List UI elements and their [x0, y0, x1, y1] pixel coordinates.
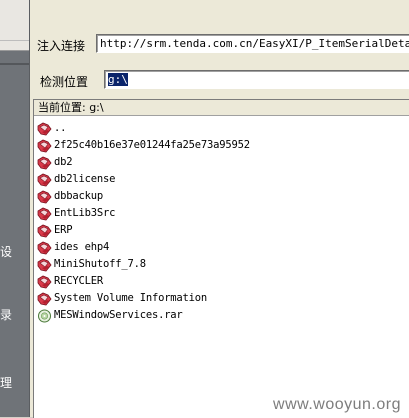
- current-location-header: 当前位置: g:\: [34, 100, 409, 116]
- folder-icon: [37, 274, 52, 288]
- list-item-label: ERP: [54, 223, 73, 236]
- sidebar-item-2[interactable]: 录: [0, 308, 14, 322]
- left-sidebar: 设 录 理: [0, 0, 30, 417]
- sidebar-separator: [0, 63, 29, 65]
- list-item[interactable]: dbbackup: [34, 187, 409, 204]
- folder-icon: [37, 121, 52, 135]
- folder-icon: [37, 138, 52, 152]
- list-item-label: RECYCLER: [54, 274, 103, 287]
- path-input[interactable]: g:\: [104, 70, 409, 89]
- folder-icon: [37, 257, 52, 271]
- list-item[interactable]: MESWindowServices.rar: [34, 306, 409, 323]
- list-item-label: MESWindowServices.rar: [54, 308, 183, 321]
- list-item-label: 2f25c40b16e37e01244fa25e73a95952: [54, 138, 250, 151]
- folder-icon: [37, 206, 52, 220]
- list-item[interactable]: ERP: [34, 221, 409, 238]
- folder-icon: [37, 291, 52, 305]
- url-input-value: http://srm.tenda.com.cn/EasyXI/P_ItemSer…: [100, 37, 409, 50]
- list-item-label: ides ehp4: [54, 240, 110, 253]
- path-row: 检测位置 g:\: [30, 67, 409, 93]
- list-item[interactable]: ..: [34, 119, 409, 136]
- list-item-label: db2: [54, 155, 73, 168]
- sidebar-item-3[interactable]: 理: [0, 376, 14, 390]
- list-item[interactable]: System Volume Information: [34, 289, 409, 306]
- folder-icon: [37, 223, 52, 237]
- list-item[interactable]: RECYCLER: [34, 272, 409, 289]
- url-row: 注入连接 http://srm.tenda.com.cn/EasyXI/P_It…: [30, 31, 409, 57]
- folder-icon: [37, 155, 52, 169]
- list-item-label: MiniShutoff_7.8: [54, 257, 146, 270]
- list-item-label: System Volume Information: [54, 291, 208, 304]
- list-item-label: ..: [54, 121, 67, 134]
- folder-icon: [37, 172, 52, 186]
- list-item-label: db2license: [54, 172, 116, 185]
- path-label: 检测位置: [40, 75, 89, 89]
- list-item[interactable]: ides ehp4: [34, 238, 409, 255]
- list-item[interactable]: MiniShutoff_7.8: [34, 255, 409, 272]
- list-item[interactable]: db2: [34, 153, 409, 170]
- list-item-label: dbbackup: [54, 189, 103, 202]
- directory-listbox[interactable]: 当前位置: g:\ .. 2f25c40b16e37e01244fa25e73a9…: [33, 99, 409, 418]
- sidebar-top-panel: [0, 0, 29, 51]
- watermark: www.wooyun.org: [273, 396, 401, 413]
- url-label: 注入连接: [37, 39, 86, 53]
- path-input-value: g:\: [108, 73, 128, 86]
- sidebar-item-1[interactable]: 设: [0, 245, 14, 259]
- folder-icon: [37, 189, 52, 203]
- list-item[interactable]: db2license: [34, 170, 409, 187]
- list-item[interactable]: EntLib3Src: [34, 204, 409, 221]
- main-panel: 注入连接 http://srm.tenda.com.cn/EasyXI/P_It…: [30, 0, 409, 418]
- file-icon: [37, 308, 52, 322]
- list-item-label: EntLib3Src: [54, 206, 116, 219]
- url-input[interactable]: http://srm.tenda.com.cn/EasyXI/P_ItemSer…: [96, 34, 409, 53]
- directory-list: .. 2f25c40b16e37e01244fa25e73a95952 db2 db2…: [34, 119, 409, 323]
- list-item[interactable]: 2f25c40b16e37e01244fa25e73a95952: [34, 136, 409, 153]
- folder-icon: [37, 240, 52, 254]
